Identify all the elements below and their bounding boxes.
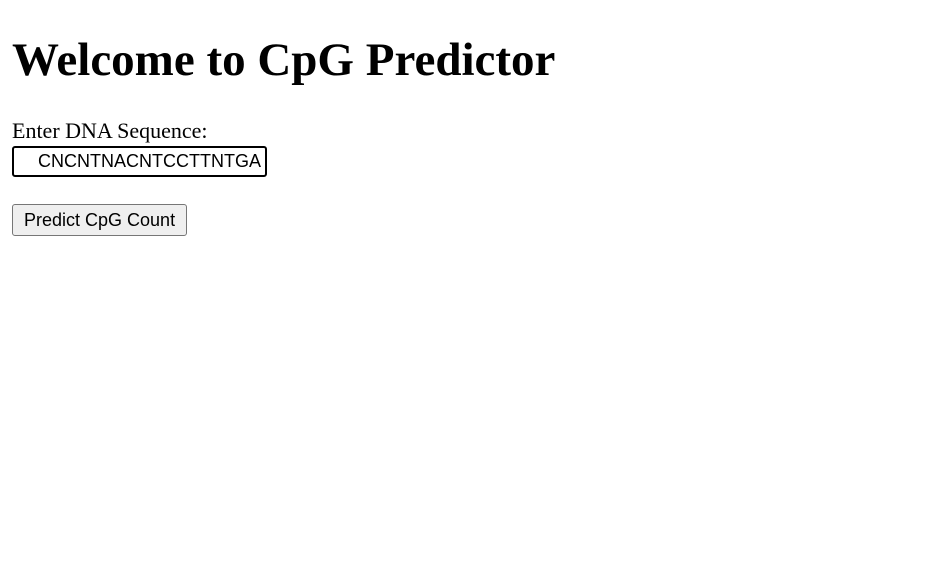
predict-cpg-count-button[interactable]: Predict CpG Count	[12, 204, 188, 236]
dna-sequence-input[interactable]	[12, 146, 267, 177]
dna-sequence-label: Enter DNA Sequence:	[12, 118, 208, 143]
page-title: Welcome to CpG Predictor	[12, 34, 556, 86]
